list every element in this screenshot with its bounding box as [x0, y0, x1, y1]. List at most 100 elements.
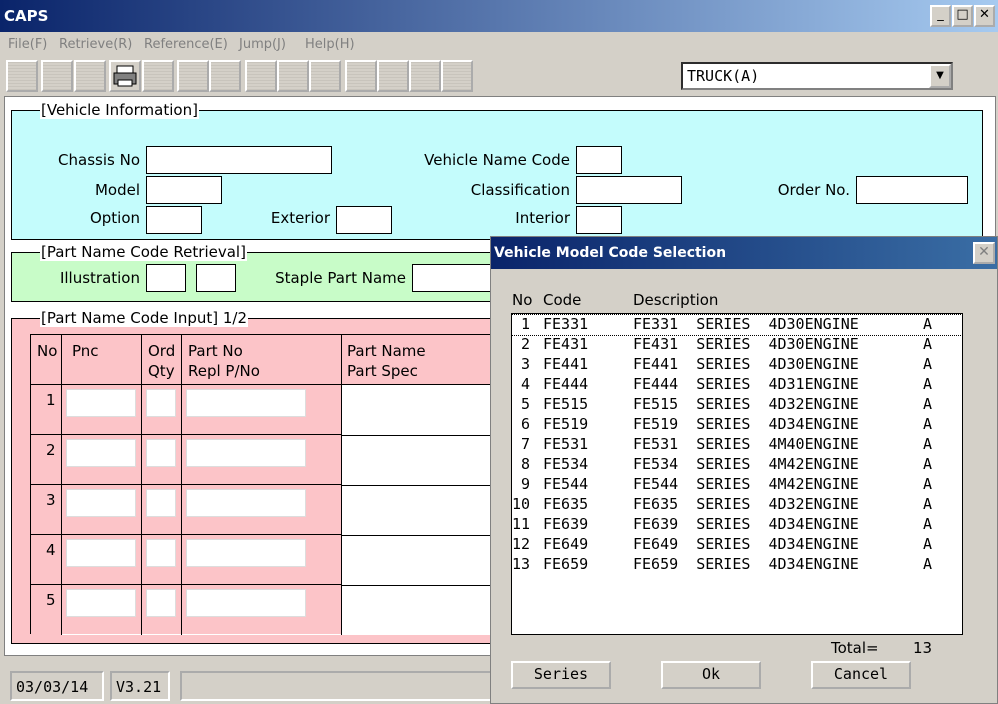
list-item[interactable]: 12 FE649 FE649 SERIES 4D34ENGINE A: [512, 535, 962, 555]
column-code-header: Code: [543, 291, 582, 309]
interior-field[interactable]: [576, 206, 622, 234]
dialog-close-button[interactable]: ✕: [973, 242, 995, 264]
toolbar-button[interactable]: [277, 60, 309, 92]
qty-field[interactable]: [146, 589, 176, 617]
item-no: 7: [512, 435, 531, 453]
close-button[interactable]: ✕: [974, 5, 995, 27]
list-item[interactable]: 13 FE659 FE659 SERIES 4D34ENGINE A: [512, 555, 962, 575]
model-field[interactable]: [146, 176, 222, 204]
toolbar-button[interactable]: [245, 60, 277, 92]
chevron-down-icon[interactable]: ▼: [929, 64, 951, 88]
item-no: 6: [512, 415, 531, 433]
qty-field[interactable]: [146, 489, 176, 517]
part-no-field[interactable]: [186, 489, 306, 517]
toolbar-button[interactable]: [409, 60, 441, 92]
menu-reference[interactable]: Reference(E): [144, 37, 228, 52]
header-repl-pno: Repl P/No: [188, 362, 260, 380]
list-item[interactable]: 9 FE544 FE544 SERIES 4M42ENGINE A: [512, 475, 962, 495]
qty-field[interactable]: [146, 389, 176, 417]
list-item[interactable]: 2 FE431 FE431 SERIES 4D30ENGINE A: [512, 335, 962, 355]
item-description: FE519 SERIES 4D34ENGINE: [633, 415, 859, 433]
toolbar-button[interactable]: [345, 60, 377, 92]
item-description: FE659 SERIES 4D34ENGINE: [633, 555, 859, 573]
dialog-title: Vehicle Model Code Selection: [494, 245, 727, 261]
toolbar-button[interactable]: [41, 60, 73, 92]
item-flag: A: [923, 535, 933, 553]
header-part-no: Part No: [188, 342, 243, 360]
list-item[interactable]: 8 FE534 FE534 SERIES 4M42ENGINE A: [512, 455, 962, 475]
item-code: FE635: [543, 495, 589, 513]
maximize-button[interactable]: □: [952, 5, 973, 27]
menu-bar: File(F) Retrieve(R) Reference(E) Jump(J)…: [0, 32, 998, 58]
menu-help[interactable]: Help(H): [305, 37, 355, 52]
illustration-field-2[interactable]: [196, 264, 236, 292]
option-field[interactable]: [146, 206, 202, 234]
header-pnc: Pnc: [72, 342, 99, 360]
part-no-field[interactable]: [186, 439, 306, 467]
part-no-field[interactable]: [186, 389, 306, 417]
menu-jump[interactable]: Jump(J): [239, 37, 286, 52]
row-number: 2: [46, 441, 56, 459]
series-button[interactable]: Series: [511, 661, 611, 689]
item-code: FE534: [543, 455, 589, 473]
list-item[interactable]: 7 FE531 FE531 SERIES 4M40ENGINE A: [512, 435, 962, 455]
option-label: Option: [89, 209, 140, 227]
item-no: 3: [512, 355, 531, 373]
menu-file[interactable]: File(F): [8, 37, 47, 52]
model-code-list[interactable]: 1 FE331 FE331 SERIES 4D30ENGINE A 2 FE431 FE4…: [511, 313, 963, 635]
exterior-field[interactable]: [336, 206, 392, 234]
toolbar-button[interactable]: [309, 60, 341, 92]
list-item[interactable]: 11 FE639 FE639 SERIES 4D34ENGINE A: [512, 515, 962, 535]
item-description: FE441 SERIES 4D30ENGINE: [633, 355, 859, 373]
vehicle-name-code-field[interactable]: [576, 146, 622, 174]
qty-field[interactable]: [146, 439, 176, 467]
toolbar-button[interactable]: [377, 60, 409, 92]
item-flag: A: [923, 435, 933, 453]
part-no-field[interactable]: [186, 589, 306, 617]
row-number: 3: [46, 491, 56, 509]
item-description: FE444 SERIES 4D31ENGINE: [633, 375, 859, 393]
toolbar-button[interactable]: [6, 60, 38, 92]
printer-icon[interactable]: [109, 60, 141, 92]
list-item[interactable]: 3 FE441 FE441 SERIES 4D30ENGINE A: [512, 355, 962, 375]
item-code: FE431: [543, 335, 589, 353]
vehicle-type-select[interactable]: TRUCK(A) ▼: [681, 62, 953, 90]
list-item[interactable]: 6 FE519 FE519 SERIES 4D34ENGINE A: [512, 415, 962, 435]
list-item[interactable]: 4 FE444 FE444 SERIES 4D31ENGINE A: [512, 375, 962, 395]
part-no-field[interactable]: [186, 539, 306, 567]
list-item[interactable]: 1 FE331 FE331 SERIES 4D30ENGINE A: [511, 314, 963, 336]
cancel-button[interactable]: Cancel: [811, 661, 911, 689]
row-number: 4: [46, 541, 56, 559]
item-no: 11: [512, 515, 531, 533]
interior-label: Interior: [515, 209, 570, 227]
order-no-field[interactable]: [856, 176, 968, 204]
toolbar-button[interactable]: [142, 60, 174, 92]
chassis-no-field[interactable]: [146, 146, 332, 174]
toolbar-button[interactable]: [74, 60, 106, 92]
item-code: FE531: [543, 435, 589, 453]
toolbar-button[interactable]: [177, 60, 209, 92]
item-no: 5: [512, 395, 531, 413]
minimize-button[interactable]: _: [930, 5, 951, 27]
item-flag: A: [923, 515, 933, 533]
pnc-field[interactable]: [66, 539, 136, 567]
list-item[interactable]: 5 FE515 FE515 SERIES 4D32ENGINE A: [512, 395, 962, 415]
qty-field[interactable]: [146, 539, 176, 567]
staple-part-name-field[interactable]: [412, 264, 502, 292]
classification-field[interactable]: [576, 176, 682, 204]
list-item[interactable]: 10 FE635 FE635 SERIES 4D32ENGINE A: [512, 495, 962, 515]
vehicle-type-value: TRUCK(A): [687, 67, 760, 85]
illustration-field-1[interactable]: [146, 264, 186, 292]
pnc-field[interactable]: [66, 489, 136, 517]
item-no: 2: [512, 335, 531, 353]
ok-button[interactable]: Ok: [661, 661, 761, 689]
item-description: FE531 SERIES 4M40ENGINE: [633, 435, 859, 453]
pnc-field[interactable]: [66, 439, 136, 467]
menu-retrieve[interactable]: Retrieve(R): [59, 37, 132, 52]
toolbar-button[interactable]: [441, 60, 473, 92]
header-qty: Qty: [148, 362, 175, 380]
toolbar-button[interactable]: [209, 60, 241, 92]
pnc-field[interactable]: [66, 389, 136, 417]
pnc-field[interactable]: [66, 589, 136, 617]
item-code: FE649: [543, 535, 589, 553]
